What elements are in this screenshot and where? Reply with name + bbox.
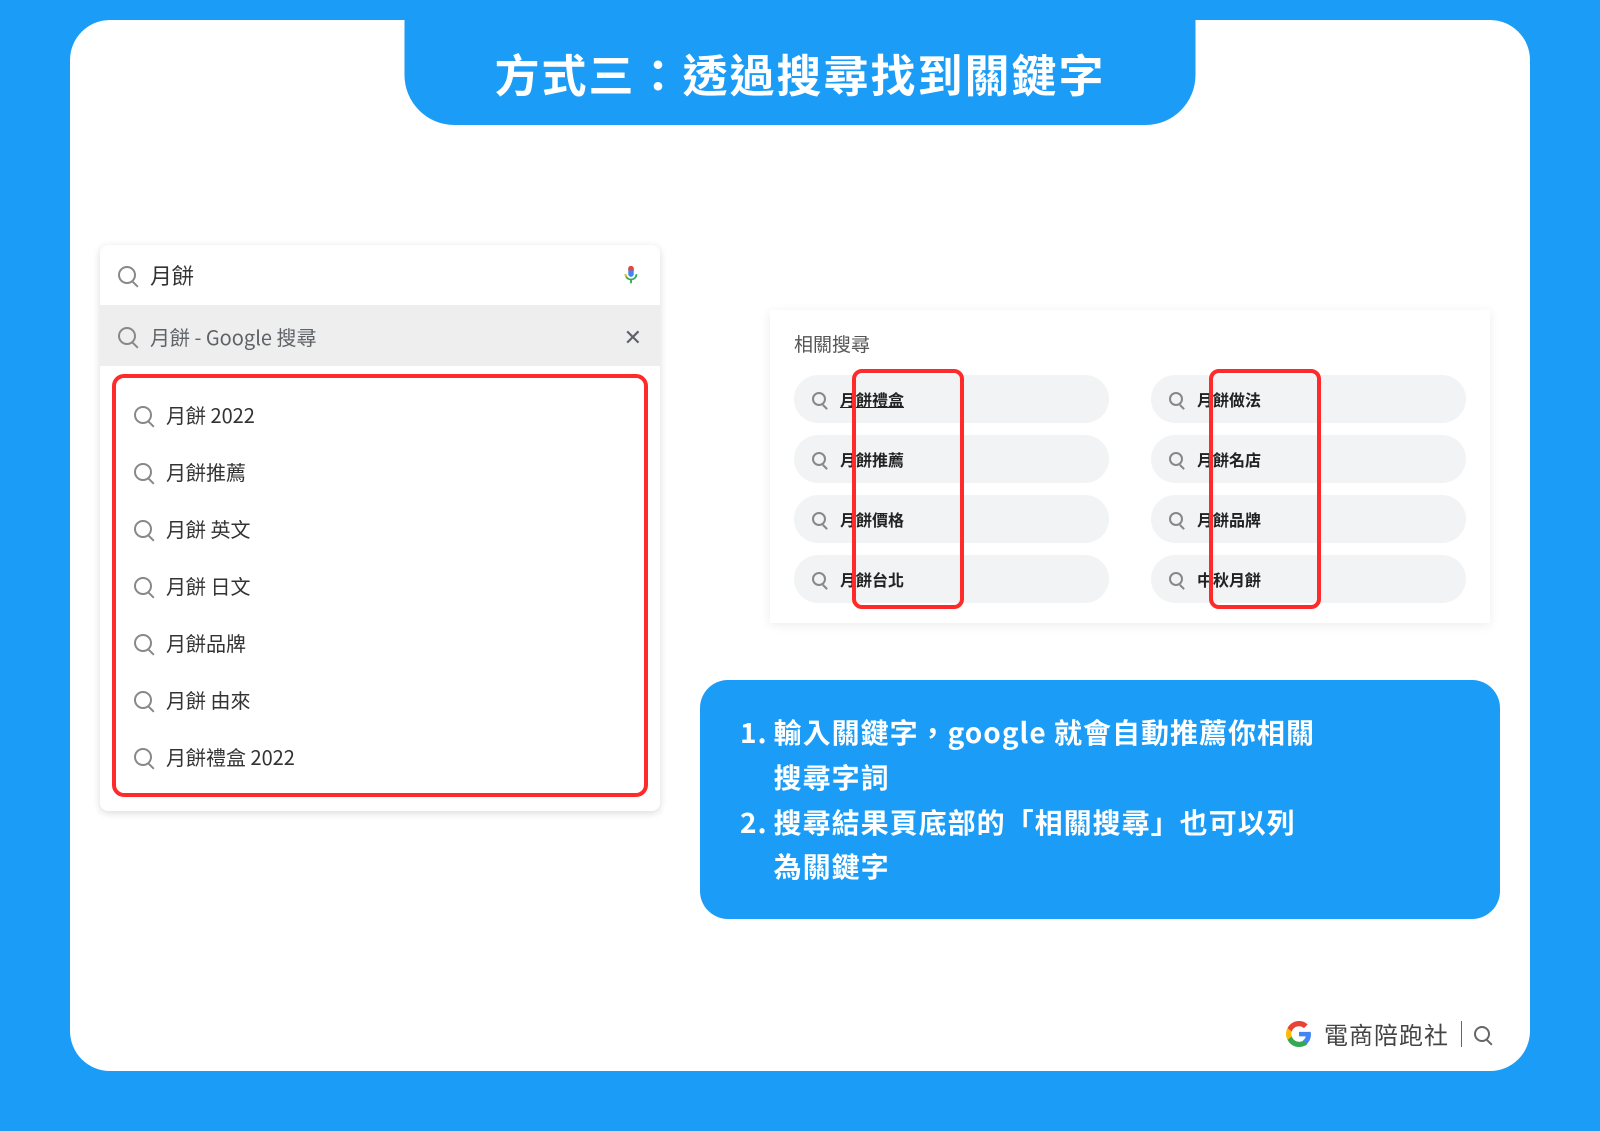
search-icon <box>134 406 152 424</box>
related-chip[interactable]: 月餅推薦 <box>794 435 1109 483</box>
google-search-autocomplete: 月餅 月餅 - Google 搜尋 ✕ 月餅 2022 月餅推薦 月餅 英文 月… <box>100 245 660 811</box>
related-heading: 相關搜尋 <box>794 330 1466 357</box>
search-icon <box>1169 572 1183 586</box>
microphone-icon[interactable] <box>620 264 642 286</box>
search-icon <box>812 452 826 466</box>
search-icon <box>812 392 826 406</box>
search-icon <box>134 748 152 766</box>
search-query-text: 月餅 <box>150 259 620 291</box>
suggestion-item[interactable]: 月餅 日文 <box>116 557 644 614</box>
related-chip[interactable]: 月餅價格 <box>794 495 1109 543</box>
related-chip[interactable]: 中秋月餅 <box>1151 555 1466 603</box>
related-chip[interactable]: 月餅做法 <box>1151 375 1466 423</box>
search-icon <box>812 572 826 586</box>
suggestion-item[interactable]: 月餅推薦 <box>116 443 644 500</box>
search-icon <box>134 634 152 652</box>
autocomplete-suggestions-highlight: 月餅 2022 月餅推薦 月餅 英文 月餅 日文 月餅品牌 月餅 由來 月餅禮盒… <box>112 374 648 797</box>
related-col-1: 月餅禮盒 月餅推薦 月餅價格 月餅台北 <box>794 375 1109 603</box>
search-icon <box>134 463 152 481</box>
search-icon <box>118 266 136 284</box>
suggestion-item[interactable]: 月餅 2022 <box>116 386 644 443</box>
search-icon <box>118 327 136 345</box>
search-icon <box>134 520 152 538</box>
first-result-text: 月餅 - Google 搜尋 <box>150 322 624 351</box>
google-logo-icon <box>1286 1021 1312 1047</box>
related-chip[interactable]: 月餅名店 <box>1151 435 1466 483</box>
search-icon <box>812 512 826 526</box>
close-icon[interactable]: ✕ <box>624 320 642 352</box>
footer-divider <box>1461 1021 1462 1047</box>
brand-text: 電商陪跑社 <box>1324 1016 1449 1051</box>
slide-title: 方式三：透過搜尋找到關鍵字 <box>404 20 1195 125</box>
tip-1: 1.輸入關鍵字，google 就會自動推薦你相關 搜尋字詞 <box>740 710 1460 800</box>
related-col-2: 月餅做法 月餅名店 月餅品牌 中秋月餅 <box>1151 375 1466 603</box>
search-first-result[interactable]: 月餅 - Google 搜尋 ✕ <box>100 306 660 366</box>
search-icon <box>1169 392 1183 406</box>
related-searches-panel: 相關搜尋 月餅禮盒 月餅推薦 月餅價格 月餅台北 月餅做法 月餅名店 月餅品牌 … <box>770 310 1490 623</box>
suggestion-item[interactable]: 月餅禮盒 2022 <box>116 728 644 785</box>
related-chip[interactable]: 月餅禮盒 <box>794 375 1109 423</box>
search-icon <box>134 577 152 595</box>
search-icon <box>1474 1026 1490 1042</box>
search-input-row[interactable]: 月餅 <box>100 245 660 306</box>
search-icon <box>1169 512 1183 526</box>
related-chip[interactable]: 月餅品牌 <box>1151 495 1466 543</box>
tip-2: 2.搜尋結果頁底部的「相關搜尋」也可以列 為關鍵字 <box>740 800 1460 890</box>
suggestion-item[interactable]: 月餅 由來 <box>116 671 644 728</box>
footer: 電商陪跑社 <box>1286 1016 1490 1051</box>
suggestion-item[interactable]: 月餅 英文 <box>116 500 644 557</box>
tips-callout: 1.輸入關鍵字，google 就會自動推薦你相關 搜尋字詞 2.搜尋結果頁底部的… <box>700 680 1500 919</box>
search-icon <box>1169 452 1183 466</box>
search-icon <box>134 691 152 709</box>
suggestion-item[interactable]: 月餅品牌 <box>116 614 644 671</box>
related-chip[interactable]: 月餅台北 <box>794 555 1109 603</box>
